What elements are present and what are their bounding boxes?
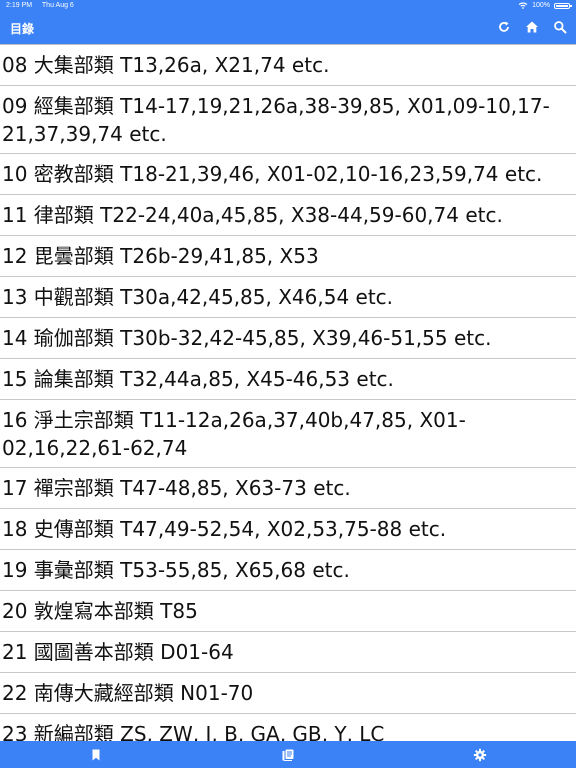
tab-catalog[interactable] xyxy=(281,747,295,761)
list-item[interactable]: 11 律部類 T22-24,40a,45,85, X38-44,59-60,74… xyxy=(0,195,576,236)
list-item[interactable]: 13 中觀部類 T30a,42,45,85, X46,54 etc. xyxy=(0,277,576,318)
list-item[interactable]: 23 新編部類 ZS, ZW, I, B, GA, GB, Y, LC xyxy=(0,714,576,742)
tab-settings[interactable] xyxy=(473,747,487,762)
catalog-list[interactable]: 08 大集部類 T13,26a, X21,74 etc. 09 經集部類 T14… xyxy=(0,44,576,742)
list-item[interactable]: 16 淨土宗部類 T11-12a,26a,37,40b,47,85, X01-0… xyxy=(0,400,576,468)
battery-icon xyxy=(554,2,572,9)
bottom-tab-bar xyxy=(0,741,576,768)
list-item[interactable]: 22 南傳大藏經部類 N01-70 xyxy=(0,673,576,714)
page-title: 目錄 xyxy=(10,22,35,36)
search-icon xyxy=(554,21,567,34)
search-button[interactable] xyxy=(552,19,568,35)
list-item[interactable]: 17 禪宗部類 T47-48,85, X63-73 etc. xyxy=(0,468,576,509)
status-time: 2:19 PM xyxy=(6,2,33,9)
top-navigation-bar: 目錄 xyxy=(0,12,576,44)
refresh-button[interactable] xyxy=(496,19,512,35)
home-button[interactable] xyxy=(524,19,540,35)
status-right: 100% xyxy=(518,2,572,9)
home-icon xyxy=(526,21,538,33)
list-item[interactable]: 08 大集部類 T13,26a, X21,74 etc. xyxy=(0,45,576,86)
header-actions xyxy=(496,19,568,35)
status-left: 2:19 PM Thu Aug 6 xyxy=(6,2,82,9)
list-item[interactable]: 14 瑜伽部類 T30b-32,42-45,85, X39,46-51,55 e… xyxy=(0,318,576,359)
status-bar: 2:19 PM Thu Aug 6 100% xyxy=(0,0,576,12)
status-date: Thu Aug 6 xyxy=(41,2,74,9)
library-icon xyxy=(282,749,294,761)
list-item[interactable]: 12 毘曇部類 T26b-29,41,85, X53 xyxy=(0,236,576,277)
list-item[interactable]: 10 密教部類 T18-21,39,46, X01-02,10-16,23,59… xyxy=(0,154,576,195)
list-item[interactable]: 20 敦煌寫本部類 T85 xyxy=(0,591,576,632)
battery-percent: 100% xyxy=(532,2,550,9)
gear-icon xyxy=(473,748,487,762)
tab-bookmarks[interactable] xyxy=(89,747,103,761)
list-item[interactable]: 18 史傳部類 T47,49-52,54, X02,53,75-88 etc. xyxy=(0,509,576,550)
refresh-icon xyxy=(499,21,509,32)
list-item[interactable]: 09 經集部類 T14-17,19,21,26a,38-39,85, X01,0… xyxy=(0,86,576,154)
list-item[interactable]: 15 論集部類 T32,44a,85, X45-46,53 etc. xyxy=(0,359,576,400)
bookmark-icon xyxy=(92,749,100,761)
wifi-icon xyxy=(518,2,528,9)
list-item[interactable]: 19 事彙部類 T53-55,85, X65,68 etc. xyxy=(0,550,576,591)
list-item[interactable]: 21 國圖善本部類 D01-64 xyxy=(0,632,576,673)
